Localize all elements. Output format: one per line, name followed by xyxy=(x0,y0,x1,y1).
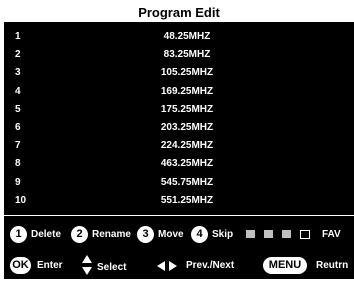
return-label: Reutrn xyxy=(316,260,349,271)
up-down-arrows-icon xyxy=(82,255,92,275)
move-key-icon: 3 xyxy=(137,226,154,243)
program-row[interactable]: 9 545.75MHZ xyxy=(4,174,354,192)
blue-key-icon xyxy=(300,230,310,239)
enter-label: Enter xyxy=(37,260,63,271)
program-row[interactable]: 8 463.25MHZ xyxy=(4,155,354,173)
navigation-legend: OK Enter Select Prev./Next MENU Reutrn xyxy=(4,255,354,278)
program-frequency: 224.25MHZ xyxy=(160,140,214,152)
delete-key-icon: 1 xyxy=(10,226,27,243)
program-frequency: 48.25MHZ xyxy=(163,31,211,42)
delete-label: Delete xyxy=(31,229,62,240)
program-frequency: 463.25MHZ xyxy=(160,158,214,170)
program-list: 1 48.25MHZ 2 83.25MHZ 3 105.25MHZ 4 169.25MH… xyxy=(4,28,354,210)
program-row[interactable]: 4 169.25MHZ xyxy=(4,83,354,101)
red-key-icon xyxy=(246,230,255,238)
program-row[interactable]: 7 224.25MHZ xyxy=(4,137,354,155)
program-row[interactable]: 3 105.25MHZ xyxy=(4,64,354,82)
rename-key-icon: 2 xyxy=(71,226,88,243)
left-right-arrows-icon xyxy=(157,261,177,271)
skip-key-icon: 4 xyxy=(191,226,208,243)
program-frequency: 545.75MHZ xyxy=(160,176,214,188)
yellow-key-icon xyxy=(282,230,291,238)
program-row[interactable]: 5 175.25MHZ xyxy=(4,101,354,119)
program-row[interactable]: 2 83.25MHZ xyxy=(4,46,354,64)
green-key-icon xyxy=(264,230,273,238)
rename-label: Rename xyxy=(92,229,131,240)
program-row[interactable]: 1 48.25MHZ xyxy=(4,28,354,46)
program-row[interactable]: 10 551.25MHZ xyxy=(4,192,354,210)
divider xyxy=(4,215,354,216)
program-edit-panel: Program Edit 1 48.25MHZ 2 83.25MHZ 3 105.25… xyxy=(4,4,354,279)
ok-button: OK xyxy=(10,257,31,274)
program-row[interactable]: 6 203.25MHZ xyxy=(4,119,354,137)
menu-button: MENU xyxy=(263,257,307,274)
program-frequency: 175.25MHZ xyxy=(160,103,214,115)
skip-label: Skip xyxy=(212,229,234,240)
page-title: Program Edit xyxy=(4,4,354,22)
program-frequency: 169.25MHZ xyxy=(160,85,214,97)
program-frequency: 551.25MHZ xyxy=(160,194,214,206)
prev-next-label: Prev./Next xyxy=(186,260,235,271)
function-legend: 1 Delete 2 Rename 3 Move 4 Skip FAV xyxy=(4,225,354,247)
move-label: Move xyxy=(158,229,184,240)
program-frequency: 203.25MHZ xyxy=(160,121,214,133)
program-frequency: 83.25MHZ xyxy=(163,49,211,61)
select-label: Select xyxy=(97,262,127,273)
program-frequency: 105.25MHZ xyxy=(160,67,214,79)
fav-label: FAV xyxy=(322,229,341,240)
